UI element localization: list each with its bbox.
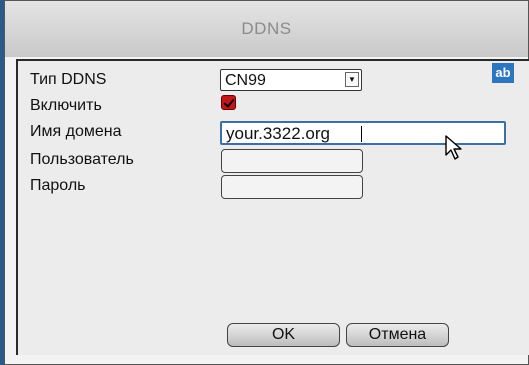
input-method-badge[interactable]: ab (492, 63, 514, 83)
domain-input[interactable]: your.3322.org (220, 121, 506, 145)
dialog-title: DDNS (5, 1, 528, 57)
enable-checkbox[interactable] (221, 95, 236, 110)
cancel-button[interactable]: Отмена (346, 323, 449, 347)
enable-label: Включить (30, 97, 102, 114)
user-label: Пользователь (30, 151, 134, 168)
mouse-pointer-icon (445, 135, 462, 160)
form-panel: Тип DDNS CN99 ▼ Включить Имя домена your… (16, 59, 529, 355)
ddns-type-value: CN99 (225, 72, 266, 89)
text-caret (361, 126, 362, 142)
checkmark-icon (223, 96, 235, 108)
domain-value: your.3322.org (226, 124, 330, 143)
domain-label: Имя домена (30, 123, 122, 140)
chevron-down-icon[interactable]: ▼ (345, 72, 359, 87)
ddns-type-label: Тип DDNS (30, 71, 107, 88)
password-input[interactable] (221, 175, 363, 199)
user-input[interactable] (221, 149, 363, 173)
password-label: Пароль (30, 177, 86, 194)
ok-button[interactable]: OK (227, 323, 340, 347)
ddns-dialog: DDNS Тип DDNS CN99 ▼ Включить Имя домена… (4, 0, 529, 365)
ddns-type-select[interactable]: CN99 ▼ (220, 69, 362, 91)
